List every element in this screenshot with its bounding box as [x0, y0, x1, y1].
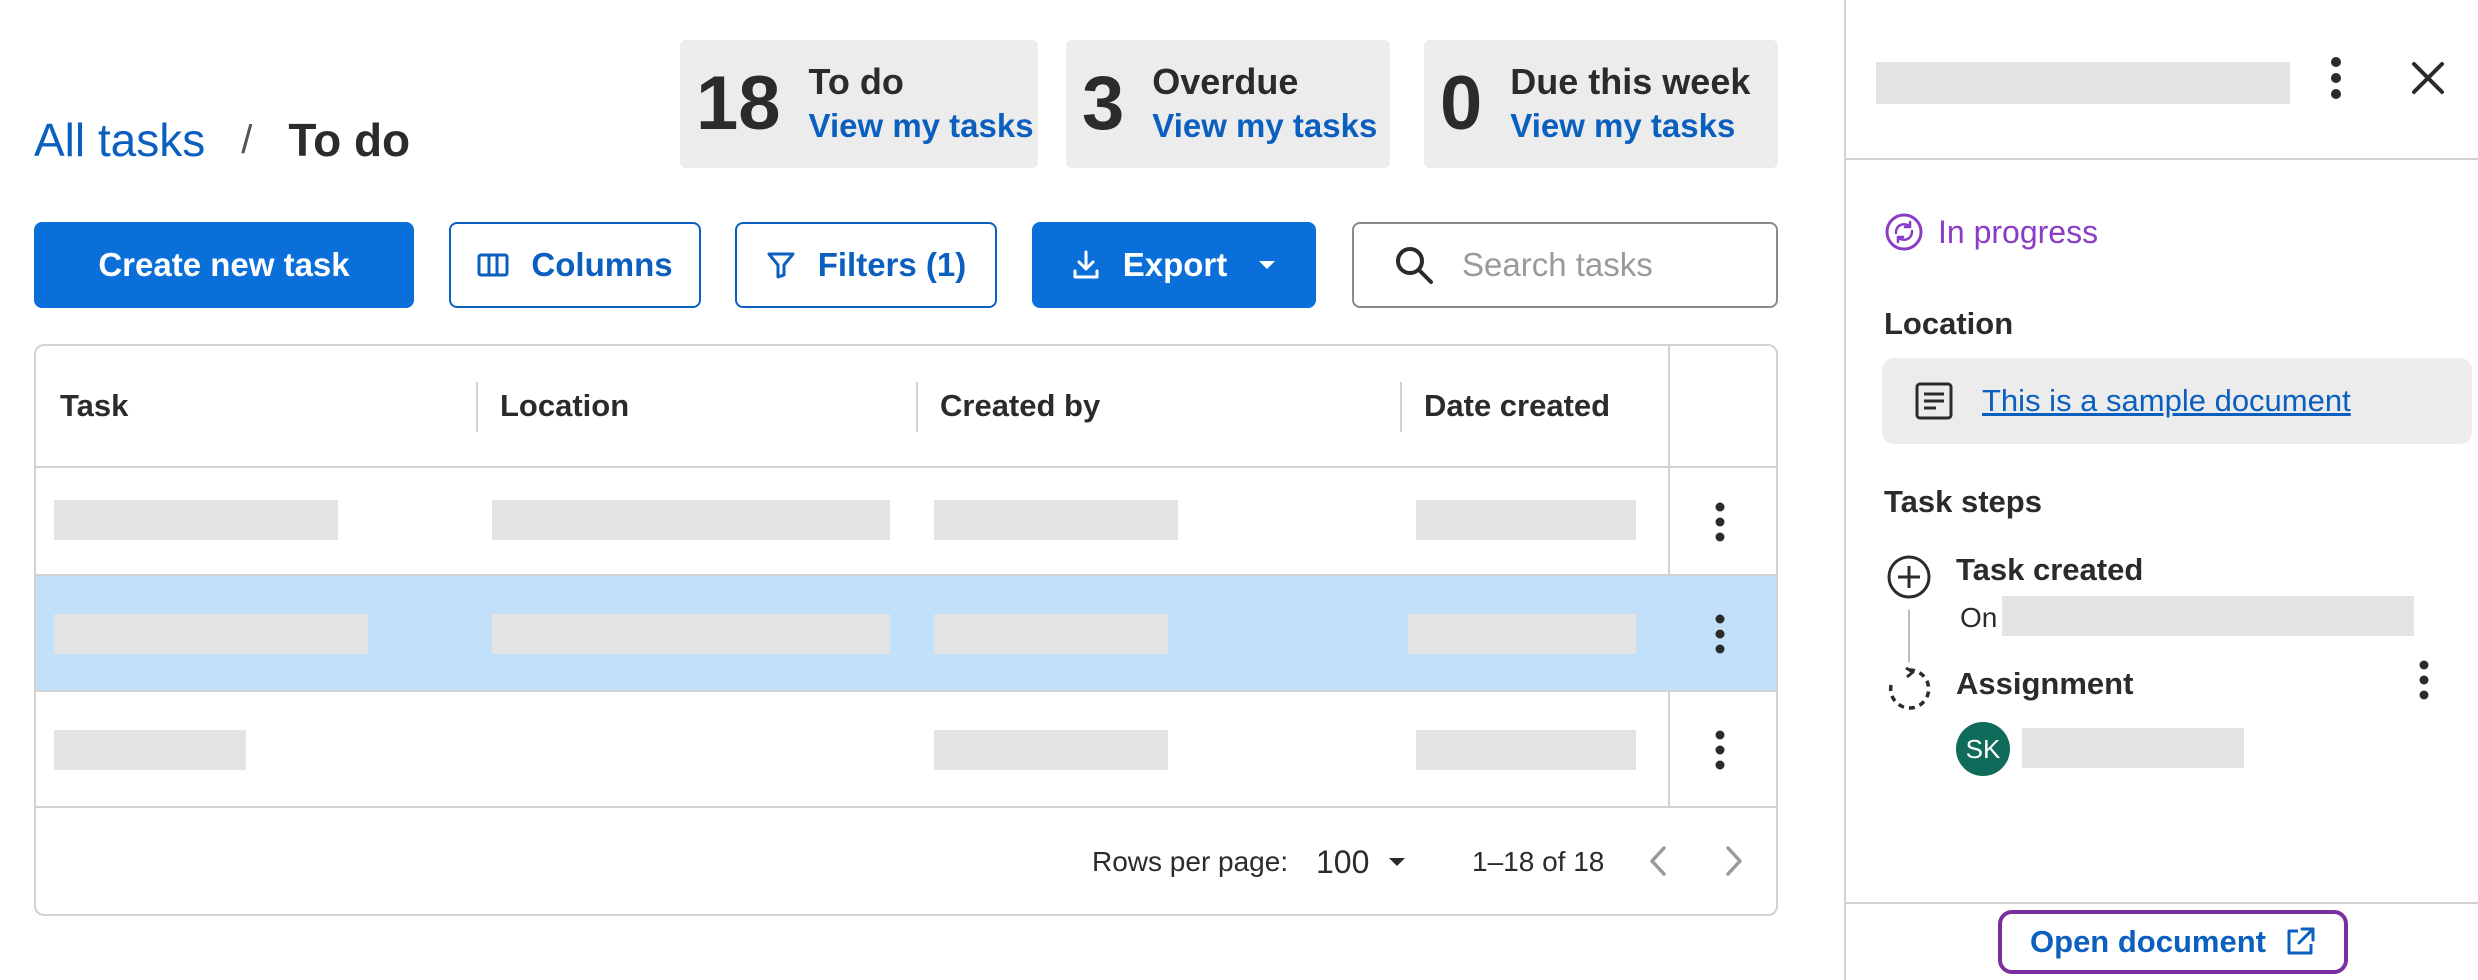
stat-card-due-this-week: 0 Due this week View my tasks: [1424, 40, 1778, 168]
document-link[interactable]: This is a sample document: [1982, 383, 2351, 419]
task-placeholder: [54, 730, 246, 770]
more-vertical-icon[interactable]: [2418, 660, 2430, 700]
column-divider[interactable]: [476, 382, 478, 432]
document-icon: [1915, 382, 1953, 420]
more-vertical-icon: [1715, 502, 1725, 542]
location-placeholder: [492, 614, 890, 654]
breadcrumb-all-tasks-link[interactable]: All tasks: [34, 113, 205, 167]
search-input[interactable]: [1462, 246, 1762, 284]
column-header-location[interactable]: Location: [500, 346, 629, 466]
column-divider[interactable]: [1400, 382, 1402, 432]
rows-per-page-value: 100: [1316, 843, 1370, 880]
created-by-placeholder: [934, 614, 1168, 654]
table-row[interactable]: [36, 692, 1776, 808]
row-more-button[interactable]: [1700, 492, 1740, 552]
open-document-label: Open document: [2030, 924, 2266, 959]
panel-title-placeholder: [1876, 62, 2290, 104]
more-vertical-icon[interactable]: [2330, 56, 2342, 100]
page-title: To do: [288, 114, 411, 166]
filters-button[interactable]: Filters (1): [735, 222, 997, 308]
stat-card-overdue: 3 Overdue View my tasks: [1066, 40, 1390, 168]
open-document-button[interactable]: Open document: [1998, 910, 2348, 974]
location-section-title: Location: [1884, 306, 2014, 341]
pagination-range: 1–18 of 18: [1472, 846, 1605, 877]
column-divider[interactable]: [916, 382, 918, 432]
breadcrumb: All tasks / To do: [34, 110, 410, 170]
filters-label: Filters (1): [817, 246, 967, 283]
date-created-placeholder: [1416, 500, 1636, 540]
created-by-placeholder: [934, 730, 1168, 770]
step-date-prefix: On: [1960, 602, 1998, 633]
pagination: Rows per page: 100 1–18 of 18: [36, 808, 1776, 914]
add-circle-icon: [1887, 555, 1931, 599]
location-placeholder: [492, 500, 890, 540]
table-header: Task Location Created by Date created: [36, 346, 1776, 468]
columns-label: Columns: [531, 246, 673, 283]
table-row[interactable]: [36, 468, 1776, 576]
stat-label: Due this week: [1510, 61, 1751, 102]
rows-per-page-select[interactable]: 100: [1316, 844, 1407, 881]
created-by-placeholder: [934, 500, 1178, 540]
view-my-tasks-link[interactable]: View my tasks: [809, 104, 1034, 148]
task-placeholder: [54, 614, 368, 654]
step-date-placeholder: [2002, 596, 2414, 636]
create-new-task-label: Create new task: [98, 246, 350, 283]
column-header-date-created[interactable]: Date created: [1424, 346, 1610, 466]
export-label: Export: [1122, 246, 1228, 283]
status-badge: In progress: [1884, 212, 2098, 252]
step-task-created-title: Task created: [1956, 552, 2144, 587]
chevron-left-icon[interactable]: [1646, 844, 1670, 878]
stat-number: 18: [696, 61, 781, 146]
reassign-icon: [1888, 666, 1931, 710]
step-assignment-title: Assignment: [1956, 666, 2134, 701]
view-my-tasks-link[interactable]: View my tasks: [1152, 104, 1377, 148]
task-detail-panel: In progress Location This is a sample do…: [1844, 0, 2478, 980]
columns-button[interactable]: Columns: [449, 222, 701, 308]
location-card: This is a sample document: [1882, 358, 2472, 444]
breadcrumb-separator: /: [241, 117, 253, 162]
task-steps-section-title: Task steps: [1884, 484, 2042, 519]
caret-down-icon: [1259, 261, 1276, 269]
stat-number: 0: [1440, 61, 1483, 146]
stat-label: To do: [808, 61, 904, 102]
more-vertical-icon: [1715, 730, 1725, 770]
filter-icon: [767, 252, 795, 279]
assignee-name-placeholder: [2022, 728, 2244, 768]
column-header-task[interactable]: Task: [60, 346, 128, 466]
sync-circle-icon: [1885, 213, 1923, 251]
search-field[interactable]: [1352, 222, 1778, 308]
row-more-button[interactable]: [1700, 720, 1740, 780]
search-icon: [1396, 247, 1433, 284]
avatar: SK: [1956, 722, 2010, 776]
date-created-placeholder: [1416, 730, 1636, 770]
chevron-right-icon[interactable]: [1722, 844, 1746, 878]
caret-down-icon: [1389, 858, 1406, 866]
close-icon[interactable]: [2410, 60, 2446, 96]
create-new-task-button[interactable]: Create new task: [34, 222, 414, 308]
column-header-created-by[interactable]: Created by: [940, 346, 1100, 466]
external-link-icon: [2287, 927, 2315, 955]
step-connector: [1908, 610, 1910, 662]
stat-number: 3: [1082, 61, 1125, 146]
stat-label: Overdue: [1152, 61, 1299, 102]
more-vertical-icon: [1715, 614, 1725, 654]
task-placeholder: [54, 500, 338, 540]
table-row-selected[interactable]: [36, 576, 1776, 692]
panel-header: [1846, 0, 2478, 160]
export-button[interactable]: Export: [1032, 222, 1316, 308]
stat-card-todo: 18 To do View my tasks: [680, 40, 1038, 168]
status-label: In progress: [1938, 213, 2099, 250]
tasks-table: Task Location Created by Date created Ro…: [34, 344, 1778, 916]
view-my-tasks-link[interactable]: View my tasks: [1510, 104, 1750, 148]
date-created-placeholder: [1408, 614, 1636, 654]
row-more-button[interactable]: [1700, 604, 1740, 664]
rows-per-page-label: Rows per page:: [1092, 846, 1289, 877]
columns-icon: [477, 253, 509, 277]
download-icon: [1073, 250, 1099, 279]
panel-footer: Open document: [1846, 902, 2478, 980]
